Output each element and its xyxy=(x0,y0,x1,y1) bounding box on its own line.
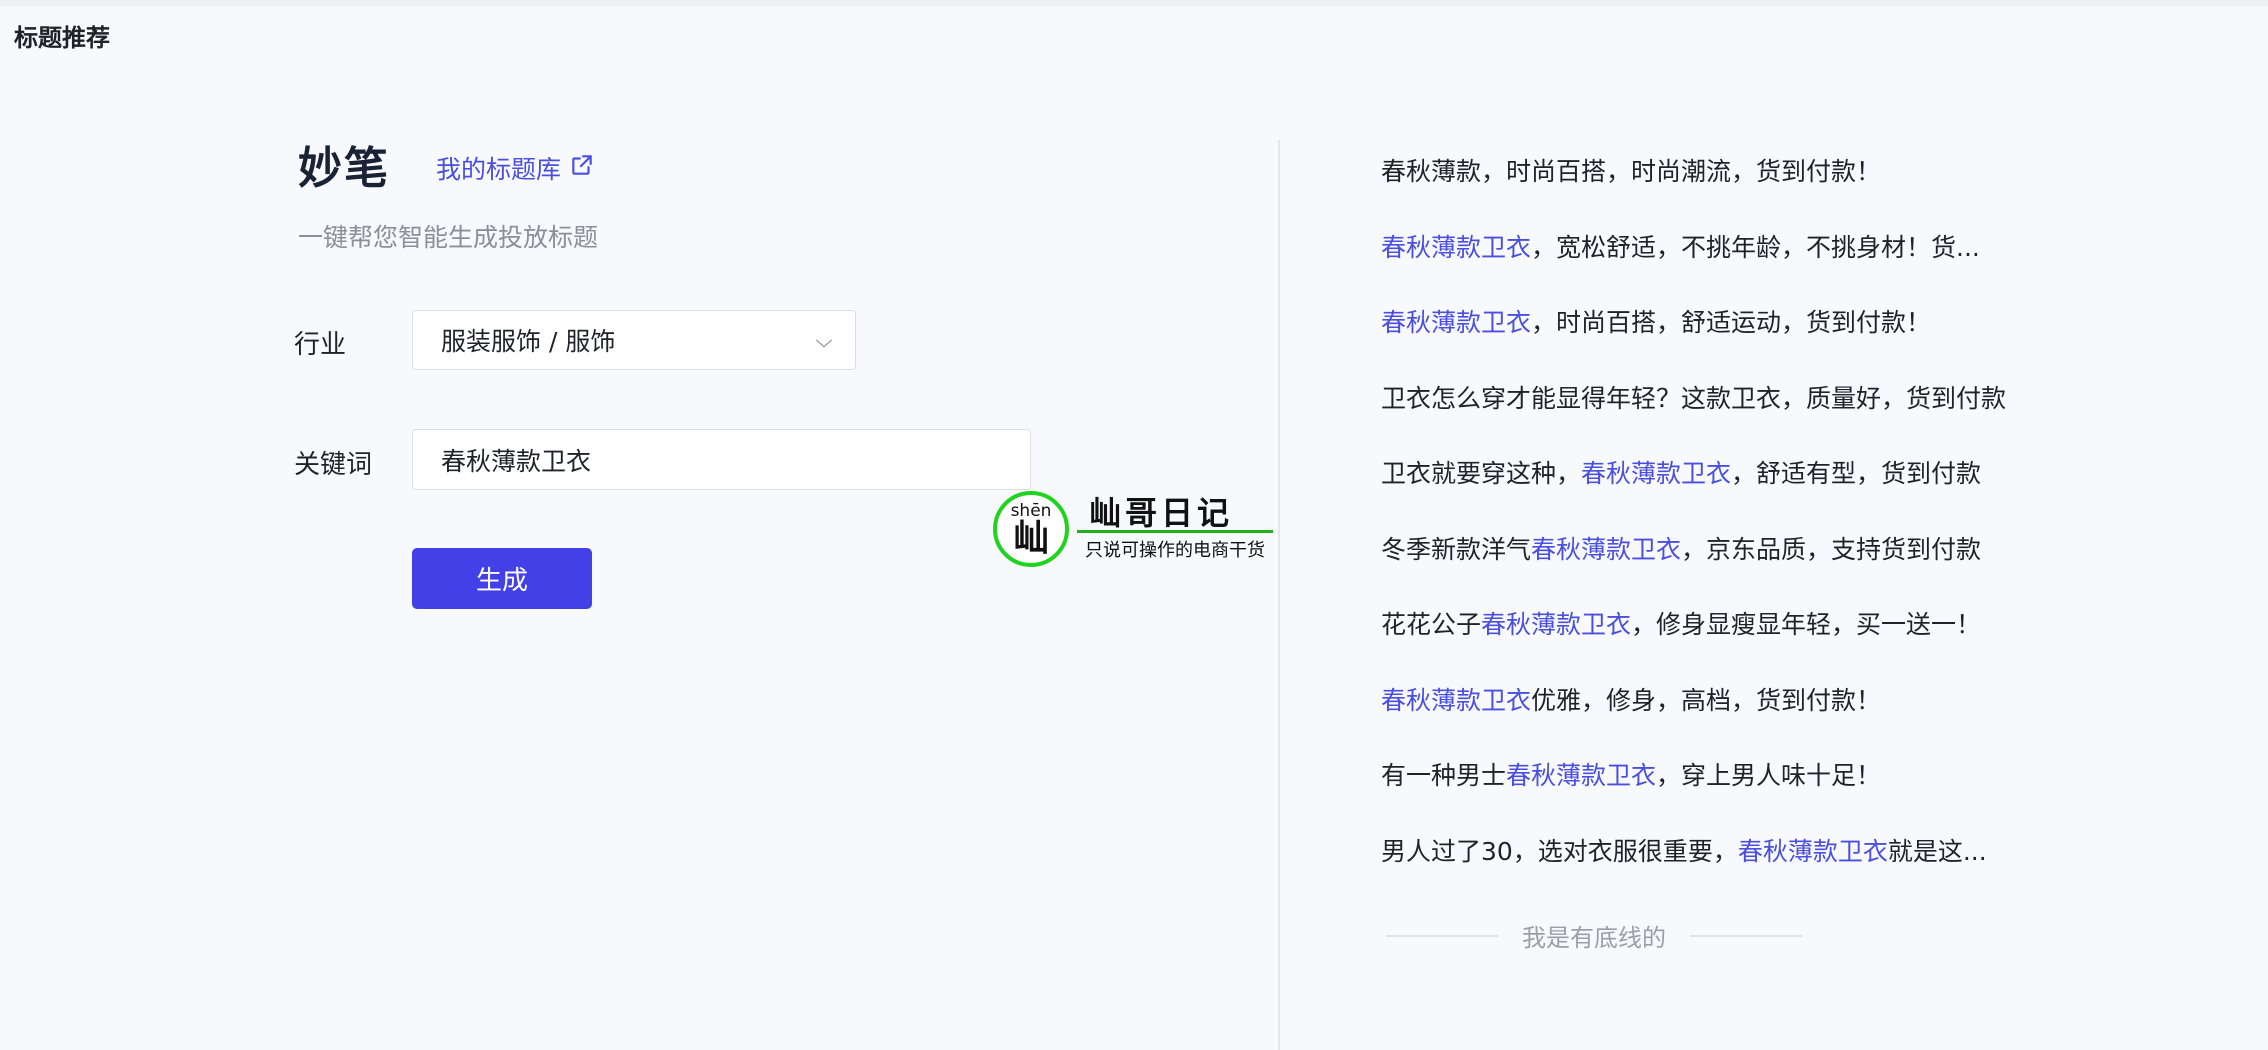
result-keyword-highlight: 春秋薄款卫衣 xyxy=(1381,232,1532,262)
result-item[interactable]: 春秋薄款，时尚百搭，时尚潮流，货到付款！ xyxy=(1381,152,2021,228)
result-keyword-highlight: 春秋薄款卫衣 xyxy=(1506,761,1657,790)
result-item[interactable]: 春秋薄款卫衣，宽松舒适，不挑年龄，不挑身材！货... xyxy=(1381,228,2021,304)
result-item[interactable]: 花花公子春秋薄款卫衣，修身显瘦显年轻，买一送一！ xyxy=(1381,605,2021,681)
watermark-badge: shēn 屾 xyxy=(993,491,1069,567)
watermark-glyph: 屾 xyxy=(1012,518,1049,559)
page-title: 标题推荐 xyxy=(14,24,110,52)
end-of-list-text: 我是有底线的 xyxy=(1522,924,1666,952)
keyword-input[interactable] xyxy=(412,429,1031,490)
result-keyword-highlight: 春秋薄款卫衣 xyxy=(1581,459,1732,488)
brand-title: 妙笔 xyxy=(298,143,390,194)
panel-divider xyxy=(1278,140,1280,1050)
result-text: ，时尚百搭，舒适运动，货到付款！ xyxy=(1531,308,1932,337)
result-item[interactable]: 冬季新款洋气春秋薄款卫衣，京东品质，支持货到付款 xyxy=(1381,530,2021,606)
result-text: 春秋薄款，时尚百搭，时尚潮流，货到付款！ xyxy=(1381,157,1882,186)
watermark-name: 屾哥日记 xyxy=(1089,494,1234,532)
external-link-icon xyxy=(569,152,595,184)
result-keyword-highlight: 春秋薄款卫衣 xyxy=(1381,685,1532,715)
my-title-library-link[interactable]: 我的标题库 xyxy=(436,150,595,186)
industry-select[interactable]: 服装服饰 / 服饰 xyxy=(412,310,856,370)
end-rule-left xyxy=(1386,934,1498,937)
result-item[interactable]: 卫衣怎么穿才能显得年轻？这款卫衣，质量好，货到付款 xyxy=(1381,379,2021,455)
industry-select-value: 服装服饰 / 服饰 xyxy=(441,327,616,356)
result-text: ，修身显瘦显年轻，买一送一！ xyxy=(1631,610,1982,639)
title-results-list: 春秋薄款，时尚百搭，时尚潮流，货到付款！ 春秋薄款卫衣，宽松舒适，不挑年龄，不挑身… xyxy=(1381,152,2021,907)
result-text: ，穿上男人味十足！ xyxy=(1656,761,1882,790)
result-text: 花花公子 xyxy=(1381,610,1482,639)
library-link-label: 我的标题库 xyxy=(436,155,562,184)
end-rule-right xyxy=(1690,934,1802,937)
result-text: 卫衣就要穿这种， xyxy=(1381,459,1582,488)
end-of-list-indicator: 我是有底线的 xyxy=(1386,918,1802,953)
result-text: 就是这... xyxy=(1887,836,1987,866)
result-keyword-highlight: 春秋薄款卫衣 xyxy=(1481,610,1632,639)
result-item[interactable]: 男人过了30，选对衣服很重要，春秋薄款卫衣就是这... xyxy=(1381,832,2021,908)
result-text: 男人过了30，选对衣服很重要， xyxy=(1381,836,1738,866)
result-text: 冬季新款洋气 xyxy=(1381,534,1532,564)
result-item[interactable]: 春秋薄款卫衣优雅，修身，高档，货到付款！ xyxy=(1381,681,2021,757)
result-text: 优雅，修身，高档，货到付款！ xyxy=(1531,685,1882,715)
top-bar xyxy=(0,0,2268,6)
result-keyword-highlight: 春秋薄款卫衣 xyxy=(1531,534,1682,564)
result-text: 有一种男士 xyxy=(1381,761,1507,790)
result-text: ，舒适有型，货到付款 xyxy=(1731,459,1982,488)
brand-subtitle: 一键帮您智能生成投放标题 xyxy=(298,223,599,252)
result-text: ，宽松舒适，不挑年龄，不挑身材！货... xyxy=(1531,232,1980,262)
watermark-slogan: 只说可操作的电商干货 xyxy=(1085,540,1265,561)
keyword-label: 关键词 xyxy=(294,450,373,480)
result-text: 卫衣怎么穿才能显得年轻？这款卫衣，质量好，货到付款 xyxy=(1381,383,2007,413)
watermark-underline xyxy=(1077,530,1273,533)
industry-label: 行业 xyxy=(294,330,347,360)
result-keyword-highlight: 春秋薄款卫衣 xyxy=(1381,308,1532,337)
result-text: ，京东品质，支持货到付款 xyxy=(1681,534,1982,564)
result-keyword-highlight: 春秋薄款卫衣 xyxy=(1737,836,1888,866)
generate-button[interactable]: 生成 xyxy=(412,548,592,609)
result-item[interactable]: 有一种男士春秋薄款卫衣，穿上男人味十足！ xyxy=(1381,756,2021,832)
watermark-logo: shēn 屾 屾哥日记 只说可操作的电商干货 xyxy=(993,488,1273,568)
result-item[interactable]: 卫衣就要穿这种，春秋薄款卫衣，舒适有型，货到付款 xyxy=(1381,454,2021,530)
chevron-down-icon xyxy=(813,331,835,353)
result-item[interactable]: 春秋薄款卫衣，时尚百搭，舒适运动，货到付款！ xyxy=(1381,303,2021,379)
